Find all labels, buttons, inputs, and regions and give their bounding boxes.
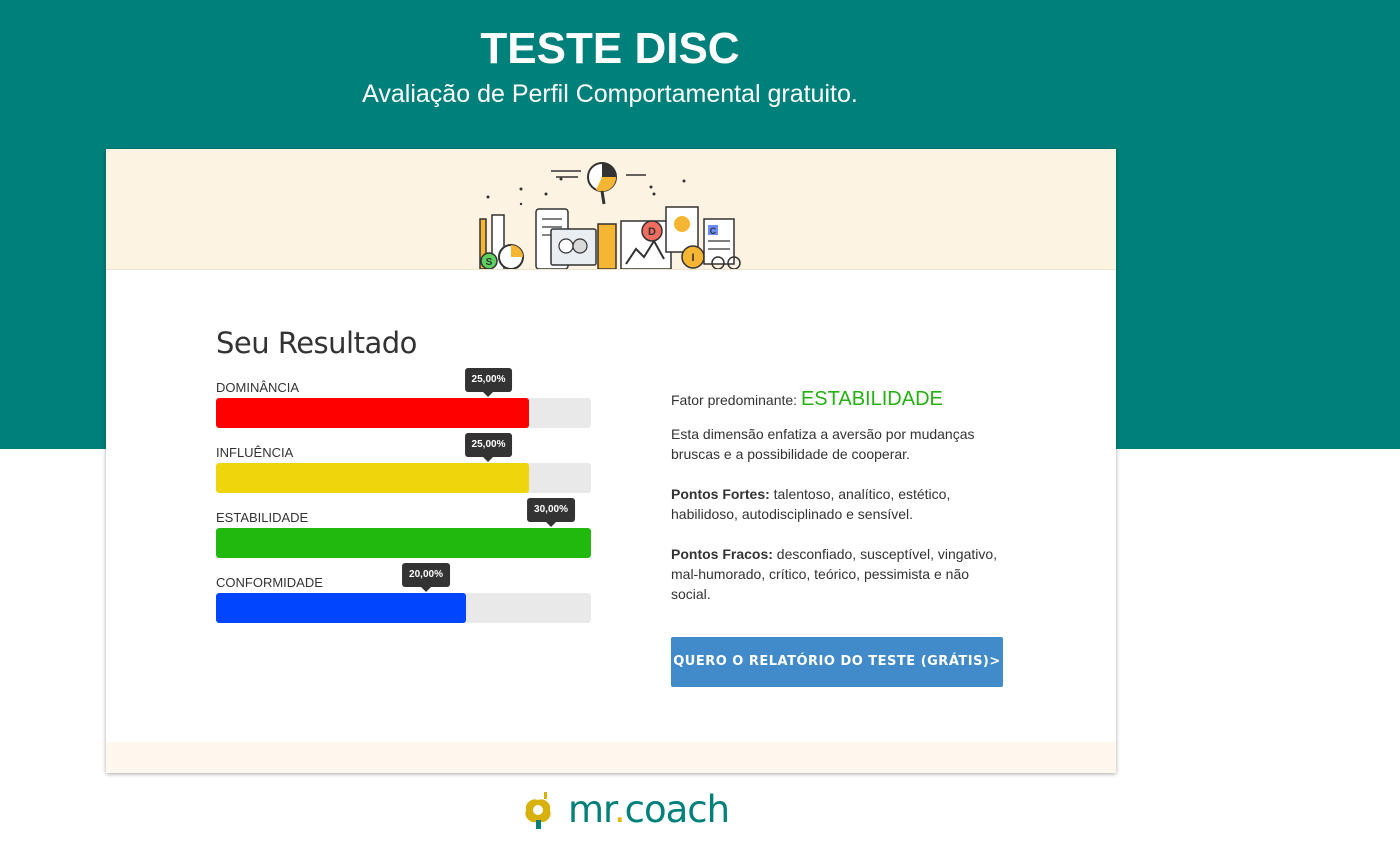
banner-letter-d: D xyxy=(648,226,656,238)
predominant-factor: Fator predominante: ESTABILIDADE xyxy=(671,389,1011,410)
bar-fill xyxy=(216,398,529,428)
bar-label: INFLUÊNCIA xyxy=(216,445,294,460)
logo-wordmark: mr.coach xyxy=(568,788,730,831)
factor-value: ESTABILIDADE xyxy=(800,388,943,410)
bar-fill xyxy=(216,463,529,493)
bar-percent-tooltip: 20,00% xyxy=(402,563,450,592)
mrcoach-logo[interactable]: mr.coach xyxy=(520,788,730,832)
bar-fill xyxy=(216,593,466,623)
strengths-paragraph: Pontos Fortes: talentoso, analítico, est… xyxy=(671,484,1011,524)
bar-percent-tooltip: 30,00% xyxy=(527,498,575,527)
result-card: S D I C Seu Resultado DOMINÂNCIA 25,00% … xyxy=(106,149,1116,773)
bar-track xyxy=(216,463,591,493)
bar-track xyxy=(216,528,591,558)
bar-label: DOMINÂNCIA xyxy=(216,380,300,395)
bar-track xyxy=(216,398,591,428)
banner-letter-c: C xyxy=(710,226,717,236)
weaknesses-paragraph: Pontos Fracos: desconfiado, susceptível,… xyxy=(671,544,1011,604)
result-summary: Fator predominante: ESTABILIDADE Esta di… xyxy=(671,389,1011,604)
factor-description: Esta dimensão enfatiza a aversão por mud… xyxy=(671,426,975,462)
bar-fill xyxy=(216,528,591,558)
page-subtitle: Avaliação de Perfil Comportamental gratu… xyxy=(362,80,858,108)
bar-percent-tooltip: 25,00% xyxy=(464,433,513,462)
analytics-illustration: S D I C xyxy=(479,162,741,269)
bar-label: ESTABILIDADE xyxy=(216,510,309,525)
logo-text-mr: mr xyxy=(568,788,615,831)
factor-label: Fator predominante: xyxy=(671,392,798,408)
strengths-label: Pontos Fortes: xyxy=(671,486,770,502)
card-footer-strip xyxy=(106,742,1116,773)
bar-track xyxy=(216,593,591,623)
logo-text-coach: coach xyxy=(624,788,730,831)
banner-letter-i: I xyxy=(691,252,694,264)
result-title: Seu Resultado xyxy=(216,326,417,360)
page-title: TESTE DISC xyxy=(480,24,740,73)
lightbulb-icon xyxy=(525,792,551,829)
banner-letter-s: S xyxy=(486,257,493,268)
report-cta-button[interactable]: QUERO O RELATÓRIO DO TESTE (GRÁTIS)> xyxy=(671,637,1003,687)
bar-percent-tooltip: 25,00% xyxy=(464,368,513,397)
weaknesses-label: Pontos Fracos: xyxy=(671,546,773,562)
bar-label: CONFORMIDADE xyxy=(216,575,323,590)
logo-text-dot: . xyxy=(613,788,626,831)
banner-illustration: S D I C xyxy=(106,149,1116,270)
